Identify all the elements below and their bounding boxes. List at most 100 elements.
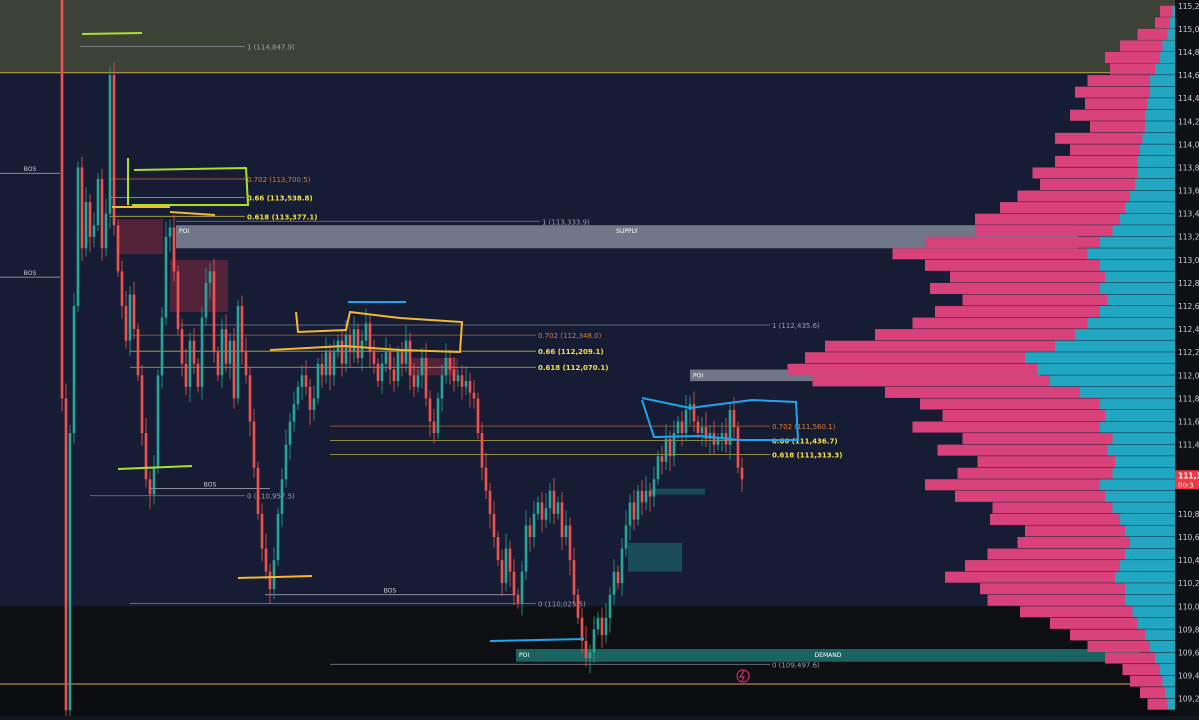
lower-dark-band — [0, 606, 1175, 684]
candle-body — [508, 548, 512, 572]
volume-buy-bar — [1115, 571, 1175, 583]
volume-buy-bar — [1147, 98, 1175, 110]
candle-body — [652, 479, 656, 497]
volume-sell-bar — [925, 259, 1100, 271]
candle-body — [648, 490, 652, 497]
candle-body — [116, 225, 120, 272]
volume-sell-bar — [1110, 63, 1155, 75]
volume-sell-bar — [975, 213, 1120, 225]
price-tick-label: 110,8 — [1178, 510, 1199, 519]
volume-sell-bar — [937, 444, 1108, 456]
candle-body — [84, 202, 88, 249]
candle-body — [240, 306, 244, 353]
volume-sell-bar — [912, 421, 1100, 433]
volume-buy-bar — [1120, 213, 1175, 225]
candle-body — [564, 525, 568, 537]
fib-level-label: 0.702 (112,348.0) — [538, 332, 602, 340]
volume-buy-bar — [1087, 317, 1175, 329]
candle-body — [616, 571, 620, 584]
volume-sell-bar — [975, 225, 1113, 237]
candle-body — [312, 398, 316, 410]
volume-sell-bar — [1020, 606, 1133, 618]
volume-sell-bar — [1070, 109, 1145, 121]
volume-sell-bar — [920, 398, 1100, 410]
fib-level-label: 0 (109,497.6) — [772, 661, 820, 669]
price-tick-label: 113,8 — [1178, 163, 1199, 172]
volume-buy-bar — [1162, 675, 1175, 687]
candle-body — [636, 490, 640, 520]
candle-body — [552, 490, 556, 514]
volume-buy-bar — [1172, 5, 1175, 17]
candle-body — [232, 340, 236, 399]
candle-body — [416, 375, 420, 387]
volume-sell-bar — [1055, 155, 1138, 167]
fib-level-label: 1 (114,847.9) — [247, 43, 295, 51]
candle-body — [132, 294, 136, 330]
price-tick-label: 113,6 — [1178, 187, 1199, 196]
candle-body — [612, 571, 616, 595]
volume-buy-bar — [1165, 687, 1175, 699]
price-tick-label: 112,6 — [1178, 302, 1199, 311]
volume-buy-bar — [1112, 433, 1175, 445]
candle-body — [216, 352, 220, 376]
candle-body — [148, 479, 152, 495]
candle-body — [180, 329, 184, 364]
top-supply-band — [0, 0, 1175, 73]
volume-buy-bar — [1112, 502, 1175, 514]
candle-body — [224, 329, 228, 364]
candle-body — [524, 525, 528, 572]
candle-body — [68, 433, 72, 711]
candle-body — [580, 617, 584, 641]
volume-sell-bar — [1155, 17, 1170, 29]
candle-body — [568, 525, 572, 561]
volume-sell-bar — [912, 317, 1088, 329]
fib-level-label: 0.66 (111,436.7) — [772, 437, 838, 445]
chart-root[interactable]: POISUPPLYPOISUPPLYPOIDEMAND 1 (114,847.9… — [0, 0, 1199, 720]
price-chart[interactable]: POISUPPLYPOISUPPLYPOIDEMAND 1 (114,847.9… — [0, 0, 1199, 720]
candle-body — [296, 386, 300, 405]
candle-body — [64, 398, 68, 711]
candle-body — [448, 358, 452, 370]
candle-body — [628, 502, 632, 526]
candle-body — [468, 381, 472, 393]
candle-body — [152, 467, 156, 495]
zone-name-label: DEMAND — [815, 652, 842, 659]
volume-buy-bar — [1155, 63, 1175, 75]
price-tick-label: 114,6 — [1178, 71, 1199, 80]
price-tick-label: 111,8 — [1178, 394, 1199, 403]
volume-sell-bar — [1032, 167, 1138, 179]
candle-body — [480, 433, 484, 468]
candle-body — [208, 271, 212, 283]
volume-buy-bar — [1135, 179, 1175, 191]
candle-body — [168, 227, 172, 237]
candle-body — [220, 329, 224, 376]
candle-body — [516, 594, 520, 603]
volume-buy-bar — [1145, 629, 1175, 641]
fib-level-label: 1 (113,333.9) — [542, 218, 590, 226]
candle-body — [204, 282, 208, 318]
candle-body — [288, 421, 292, 445]
zone-poi-label: POI — [519, 652, 529, 659]
candle-body — [576, 594, 580, 618]
volume-buy-bar — [1100, 282, 1175, 294]
candle-body — [504, 548, 508, 584]
candle-body — [588, 652, 592, 659]
volume-buy-bar — [1105, 490, 1175, 502]
price-tick-label: 115,2 — [1178, 2, 1199, 11]
volume-buy-bar — [1100, 259, 1175, 271]
candle-body — [540, 502, 544, 520]
price-tick-label: 113,4 — [1178, 210, 1199, 219]
current-price-label: 111,1 — [1178, 471, 1199, 480]
candle-body — [104, 213, 108, 249]
price-tick-label: 111,4 — [1178, 441, 1199, 450]
bos-label: BOS — [24, 270, 37, 277]
volume-sell-bar — [992, 502, 1113, 514]
volume-buy-bar — [1170, 17, 1175, 29]
candle-body — [160, 317, 164, 376]
volume-buy-bar — [1100, 398, 1175, 410]
volume-buy-bar — [1130, 537, 1175, 549]
candle-body — [556, 502, 560, 514]
price-tick-label: 109,8 — [1178, 625, 1199, 634]
candle-body — [284, 444, 288, 480]
volume-sell-bar — [805, 352, 1025, 364]
